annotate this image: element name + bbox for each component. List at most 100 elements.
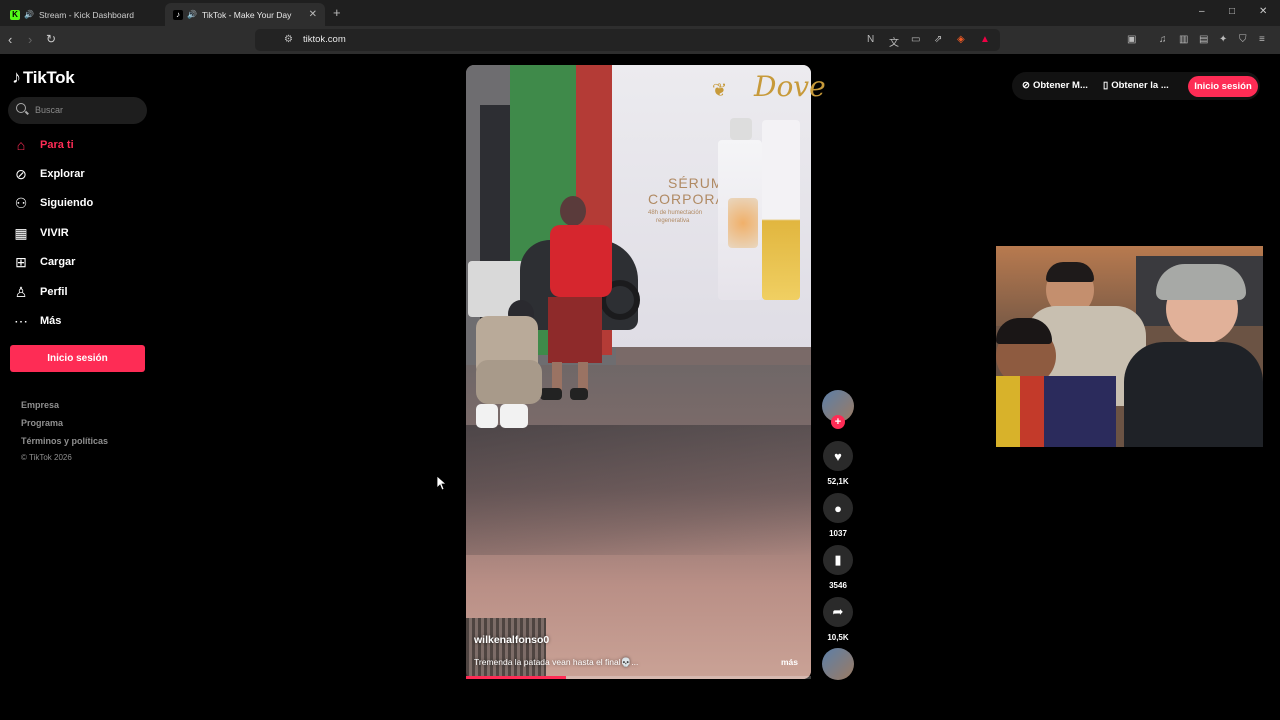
tiktok-note-icon: ♪ bbox=[12, 67, 21, 87]
reload-icon[interactable]: ↻ bbox=[46, 32, 56, 46]
bottle-pump bbox=[730, 118, 752, 140]
video-description: Tremenda la patada vean hasta el final💀.… bbox=[474, 657, 639, 667]
sidebar-item-perfil[interactable]: ♙ Perfil bbox=[12, 282, 68, 302]
video-progress-fill bbox=[466, 676, 567, 679]
vpn-icon[interactable]: ⛉ bbox=[1239, 34, 1247, 45]
following-icon: ⚇ bbox=[14, 194, 28, 211]
footer-link-empresa[interactable]: Empresa bbox=[21, 400, 59, 410]
cast-icon[interactable]: ▭ bbox=[911, 34, 920, 45]
tab-search-icon[interactable]: ▣ bbox=[1127, 34, 1136, 45]
menu-icon[interactable]: ≡ bbox=[1259, 34, 1265, 45]
video-username[interactable]: wilkenalfonso0 bbox=[474, 634, 549, 646]
comment-icon: ● bbox=[834, 500, 842, 516]
sidebar-item-para-ti[interactable]: ⌂ Para ti bbox=[12, 135, 74, 155]
sidebar-login-button[interactable]: Inicio sesión bbox=[10, 345, 145, 372]
sidebar-item-vivir[interactable]: ▦ VIVIR bbox=[12, 223, 69, 243]
tab-kick-dashboard[interactable]: K 🔊 Stream - Kick Dashboard bbox=[2, 3, 162, 26]
home-icon: ⌂ bbox=[16, 137, 26, 153]
address-bar[interactable]: ⚙ tiktok.com N 文 ▭ ⇗ ◈ ▲ bbox=[255, 29, 1000, 51]
copyright-text: © TikTok 2026 bbox=[21, 453, 72, 462]
heart-icon: ♥ bbox=[834, 448, 842, 464]
share-icon[interactable]: ⇗ bbox=[934, 34, 942, 45]
sidebar-item-label: Perfil bbox=[40, 286, 68, 298]
webcam-person-hair bbox=[1046, 262, 1094, 282]
scene-shoe bbox=[570, 388, 588, 400]
video-more-link[interactable]: más bbox=[781, 657, 798, 667]
sidebar-item-siguiendo[interactable]: ⚇ Siguiendo bbox=[12, 193, 93, 213]
footer-link-programa[interactable]: Programa bbox=[21, 418, 63, 428]
leo-ai-icon[interactable]: ✦ bbox=[1219, 34, 1227, 45]
tab-title: TikTok - Make Your Day bbox=[201, 9, 292, 20]
minimize-button[interactable]: – bbox=[1199, 6, 1205, 17]
bookmark-icon: ▮ bbox=[834, 552, 842, 567]
translate-icon[interactable]: 文 bbox=[889, 34, 899, 49]
sidebar-item-cargar[interactable]: ⊞ Cargar bbox=[12, 252, 75, 272]
back-icon[interactable]: ‹ bbox=[8, 32, 12, 47]
maximize-button[interactable]: □ bbox=[1229, 6, 1235, 17]
speaker-icon: 🔊 bbox=[24, 10, 34, 19]
rewards-icon[interactable]: ▲ bbox=[980, 34, 990, 45]
save-button[interactable]: ▮ bbox=[823, 545, 853, 575]
like-count: 52,1K bbox=[827, 477, 849, 486]
tab-tiktok[interactable]: ♪ 🔊 TikTok - Make Your Day ✕ bbox=[165, 3, 325, 26]
share-arrow-icon: ➦ bbox=[832, 604, 844, 619]
header-login-button[interactable]: Inicio sesión bbox=[1188, 76, 1258, 97]
profile-icon: ♙ bbox=[14, 283, 28, 300]
share-count: 10,5K bbox=[827, 633, 849, 642]
search-input[interactable]: Buscar bbox=[8, 97, 147, 124]
more-icon: ⋯ bbox=[14, 312, 28, 329]
close-tab-icon[interactable]: ✕ bbox=[309, 9, 317, 20]
sidebar-icon[interactable]: ▥ bbox=[1179, 34, 1188, 45]
tiktok-favicon-icon: ♪ bbox=[173, 9, 183, 20]
billboard-line3: 48h de humectación bbox=[648, 210, 703, 216]
close-window-button[interactable]: ✕ bbox=[1259, 6, 1267, 17]
scene-person-shirt bbox=[550, 225, 612, 297]
sidebar-item-mas[interactable]: ⋯ Más bbox=[12, 311, 61, 331]
sidebar-item-label: Cargar bbox=[40, 256, 76, 268]
music-disc-avatar[interactable] bbox=[822, 648, 854, 680]
search-icon bbox=[16, 103, 26, 113]
site-info-icon[interactable]: ⚙ bbox=[284, 34, 293, 45]
tab-title: Stream - Kick Dashboard bbox=[38, 9, 134, 20]
scene-drain-grate bbox=[466, 618, 546, 678]
wallet-icon[interactable]: ▤ bbox=[1199, 34, 1208, 45]
get-app-button[interactable]: ▯ Obtener la ... bbox=[1103, 80, 1169, 91]
tiktok-logo[interactable]: ♪ TikTok bbox=[12, 67, 75, 88]
get-coins-label: Obtener M... bbox=[1032, 80, 1088, 91]
comment-count: 1037 bbox=[829, 529, 847, 538]
sidebar-item-label: Para ti bbox=[40, 139, 74, 151]
browser-tabbar: K 🔊 Stream - Kick Dashboard ♪ 🔊 TikTok -… bbox=[0, 0, 1280, 26]
brave-shield-icon[interactable]: ◈ bbox=[957, 34, 965, 45]
share-button[interactable]: ➦ bbox=[823, 597, 853, 627]
scene-person-shorts bbox=[548, 297, 602, 363]
sidebar-item-label: VIVIR bbox=[40, 227, 69, 239]
search-placeholder: Buscar bbox=[35, 105, 64, 115]
mouse-cursor-icon bbox=[437, 476, 447, 491]
webcam-overlay bbox=[996, 246, 1263, 447]
follow-plus-icon[interactable]: + bbox=[831, 415, 845, 429]
billboard-line4: regenerativa bbox=[656, 218, 690, 224]
get-coins-button[interactable]: ⊘ Obtener M... bbox=[1022, 80, 1088, 91]
coin-icon: ⊘ bbox=[1022, 80, 1030, 91]
url-text: tiktok.com bbox=[303, 34, 346, 45]
new-tab-button[interactable]: + bbox=[333, 5, 341, 20]
like-button[interactable]: ♥ bbox=[823, 441, 853, 471]
sidebar-item-label: Siguiendo bbox=[40, 197, 94, 209]
scene-shoe bbox=[540, 388, 562, 400]
comment-button[interactable]: ● bbox=[823, 493, 853, 523]
reader-mode-icon[interactable]: N bbox=[867, 34, 874, 45]
get-app-label: Obtener la ... bbox=[1111, 80, 1169, 91]
scene-sneaker bbox=[500, 404, 528, 428]
sidebar-item-explorar[interactable]: ⊘ Explorar bbox=[12, 164, 85, 184]
sidebar-item-label: Explorar bbox=[40, 168, 85, 180]
webcam-person3-cap bbox=[1156, 264, 1246, 300]
forward-icon[interactable]: › bbox=[28, 32, 32, 47]
bottle-gold bbox=[762, 120, 800, 300]
speaker-icon: 🔊 bbox=[187, 10, 197, 19]
kick-favicon-icon: K bbox=[10, 9, 20, 20]
footer-link-terminos[interactable]: Términos y políticas bbox=[21, 436, 108, 446]
sidebar-item-label: Más bbox=[40, 315, 62, 327]
webcam-person3-shirt bbox=[1124, 342, 1263, 447]
media-icon[interactable]: ♫ bbox=[1159, 34, 1167, 45]
upload-icon: ⊞ bbox=[15, 253, 27, 270]
